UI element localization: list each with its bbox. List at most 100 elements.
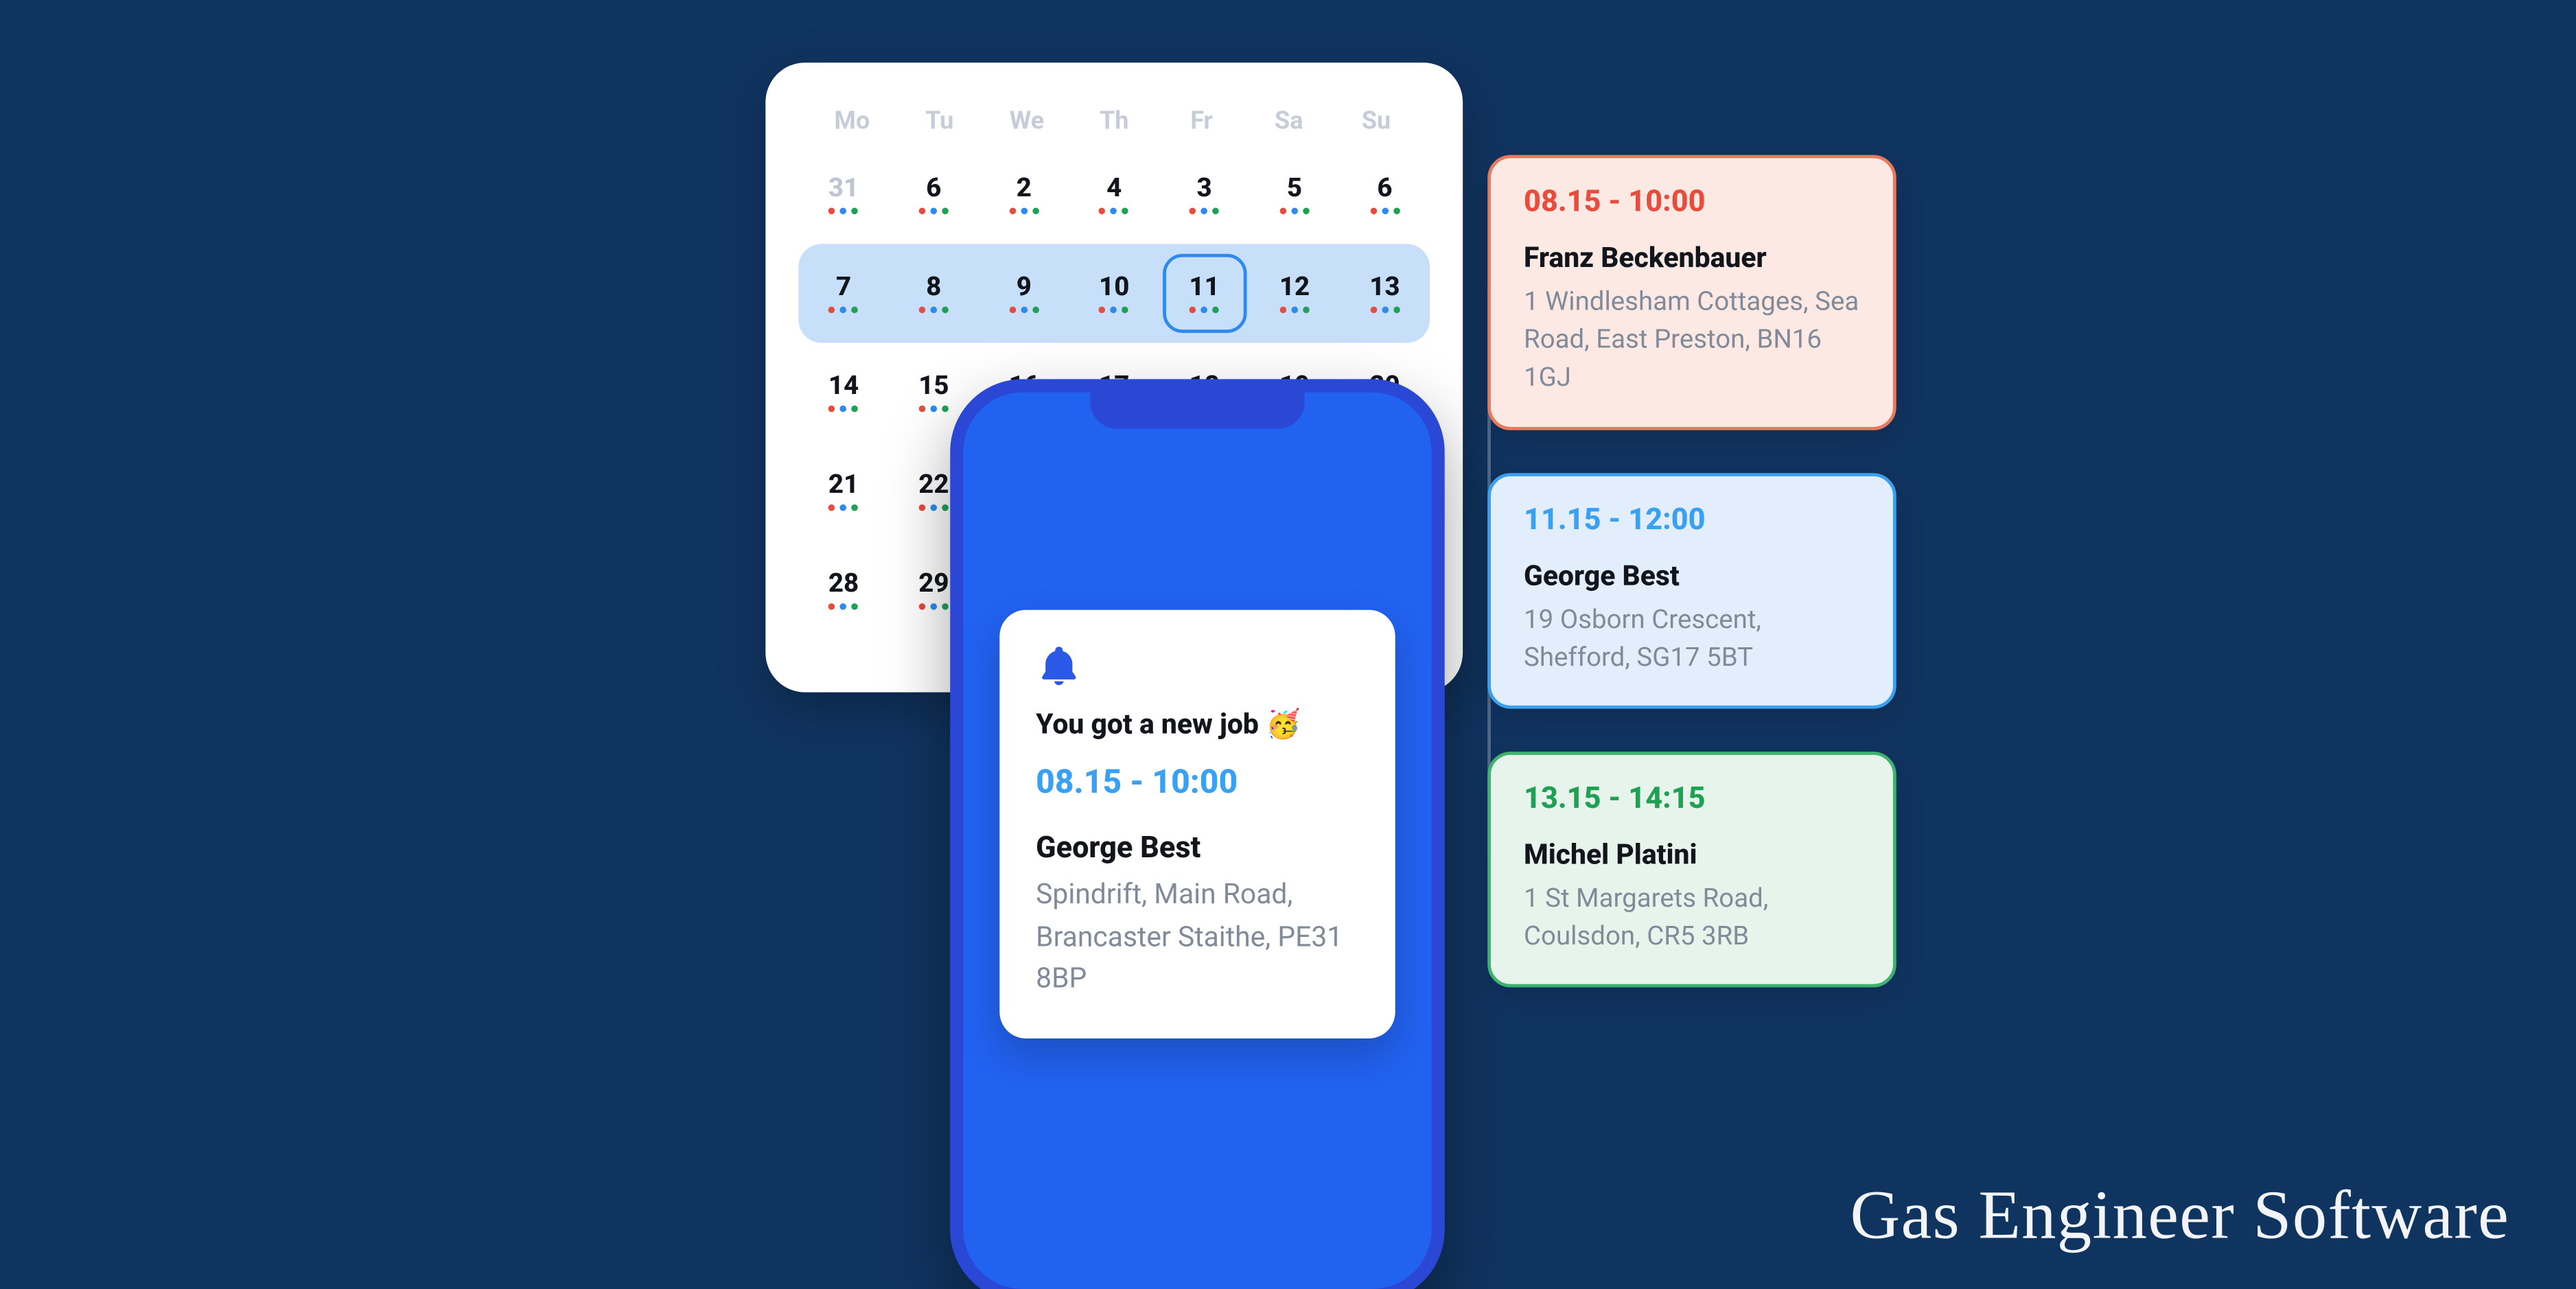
calendar-day[interactable]: 14: [798, 343, 888, 442]
weekday-label: Sa: [1245, 106, 1332, 135]
indicator-dot: [1190, 207, 1196, 213]
calendar-day[interactable]: 6: [889, 145, 979, 244]
day-number: 31: [828, 174, 859, 200]
calendar-day-selected[interactable]: 11: [1163, 254, 1246, 333]
calendar-day[interactable]: 9: [979, 244, 1069, 342]
day-indicators: [1190, 207, 1219, 215]
day-indicators: [919, 305, 949, 314]
day-number: 14: [828, 372, 859, 398]
weekday-label: Th: [1070, 106, 1157, 135]
phone-frame: You got a new job 🥳 08.15 - 10:00 George…: [950, 379, 1444, 1289]
day-number: 4: [1106, 174, 1122, 200]
indicator-dot: [1393, 207, 1400, 213]
indicator-dot: [1099, 207, 1106, 213]
day-number: 22: [918, 471, 949, 497]
party-emoji: 🥳: [1266, 709, 1301, 742]
indicator-dot: [1213, 207, 1220, 213]
day-indicators: [919, 603, 949, 611]
day-indicators: [828, 504, 858, 512]
day-number: 12: [1279, 272, 1310, 299]
appointment-address: 1 St Margarets Road, Coulsdon, CR5 3RB: [1524, 879, 1860, 955]
indicator-dot: [931, 207, 938, 213]
indicator-dot: [1021, 207, 1028, 213]
weekday-label: Tu: [896, 106, 983, 135]
weekday-label: Fr: [1158, 106, 1245, 135]
calendar-day[interactable]: 4: [1069, 145, 1159, 244]
indicator-dot: [919, 504, 926, 511]
day-number: 28: [828, 570, 859, 596]
indicator-dot: [1370, 207, 1377, 213]
calendar-week: 31624356: [798, 145, 1430, 244]
day-number: 21: [828, 471, 859, 497]
notification-customer: George Best: [1036, 831, 1359, 865]
indicator-dot: [931, 305, 938, 312]
indicator-dot: [931, 405, 938, 412]
appointment-customer: George Best: [1524, 559, 1860, 592]
indicator-dot: [1303, 207, 1310, 213]
indicator-dot: [852, 405, 859, 412]
appointment-address: 19 Osborn Crescent, Shefford, SG17 5BT: [1524, 599, 1860, 675]
day-indicators: [1190, 305, 1219, 314]
indicator-dot: [942, 504, 949, 511]
calendar-day[interactable]: 3: [1159, 145, 1249, 244]
day-indicators: [828, 207, 858, 215]
indicator-dot: [919, 603, 926, 609]
weekday-label: Su: [1332, 106, 1419, 135]
day-number: 9: [1017, 272, 1032, 299]
brand-watermark: Gas Engineer Software: [1850, 1177, 2509, 1256]
appointment-card[interactable]: 08.15 - 10:00Franz Beckenbauer1 Windlesh…: [1487, 155, 1896, 430]
phone-notch: [1090, 393, 1304, 429]
appointment-card[interactable]: 11.15 - 12:00 George Best 19 Osborn Cresce…: [1487, 472, 1896, 708]
indicator-dot: [1032, 207, 1039, 213]
indicator-dot: [852, 504, 859, 511]
day-indicators: [1099, 305, 1128, 314]
indicator-dot: [931, 603, 938, 609]
indicator-dot: [840, 305, 847, 312]
day-indicators: [1279, 207, 1309, 215]
indicator-dot: [1291, 305, 1298, 312]
calendar-day[interactable]: 7: [798, 244, 888, 342]
calendar-day[interactable]: 31: [798, 145, 888, 244]
calendar-day[interactable]: 6: [1340, 145, 1430, 244]
notification-card[interactable]: You got a new job 🥳 08.15 - 10:00 George…: [999, 610, 1395, 1038]
calendar-day[interactable]: 2: [979, 145, 1069, 244]
appointment-time: 11.15 - 12:00: [1524, 502, 1860, 536]
appointment-list: 08.15 - 10:00Franz Beckenbauer1 Windlesh…: [1487, 155, 1896, 988]
indicator-dot: [1279, 207, 1286, 213]
appointment-card[interactable]: 13.15 - 14:15 Michel Platini 1 St Margaret…: [1487, 752, 1896, 988]
appointment-time: 13.15 - 14:15: [1524, 781, 1860, 815]
day-indicators: [828, 305, 858, 314]
indicator-dot: [1370, 305, 1377, 312]
day-number: 5: [1287, 174, 1302, 200]
indicator-dot: [828, 504, 835, 511]
indicator-dot: [942, 405, 949, 412]
calendar-day[interactable]: 5: [1249, 145, 1339, 244]
day-indicators: [1370, 207, 1400, 215]
calendar-day[interactable]: 28: [798, 541, 888, 640]
indicator-dot: [919, 207, 926, 213]
day-number: 8: [926, 272, 941, 299]
day-number: 29: [918, 570, 949, 596]
indicator-dot: [1032, 305, 1039, 312]
day-number: 11: [1189, 272, 1219, 299]
day-indicators: [919, 405, 949, 413]
calendar-day[interactable]: 21: [798, 442, 888, 541]
indicator-dot: [1201, 305, 1208, 312]
indicator-dot: [840, 405, 847, 412]
indicator-dot: [1382, 207, 1389, 213]
calendar-day[interactable]: 13: [1340, 244, 1430, 342]
calendar-week: 7 8 9 10 11 12 13: [798, 244, 1430, 342]
day-indicators: [919, 504, 949, 512]
indicator-dot: [942, 603, 949, 609]
indicator-dot: [852, 603, 859, 609]
day-indicators: [1009, 207, 1038, 215]
calendar-day[interactable]: 12: [1249, 244, 1339, 342]
indicator-dot: [1009, 207, 1016, 213]
calendar-day[interactable]: 8: [889, 244, 979, 342]
indicator-dot: [1111, 207, 1117, 213]
calendar-day[interactable]: 10: [1069, 244, 1159, 342]
indicator-dot: [1021, 305, 1028, 312]
day-number: 10: [1099, 272, 1129, 299]
indicator-dot: [1099, 305, 1106, 312]
appointment-customer: Michel Platini: [1524, 839, 1860, 872]
